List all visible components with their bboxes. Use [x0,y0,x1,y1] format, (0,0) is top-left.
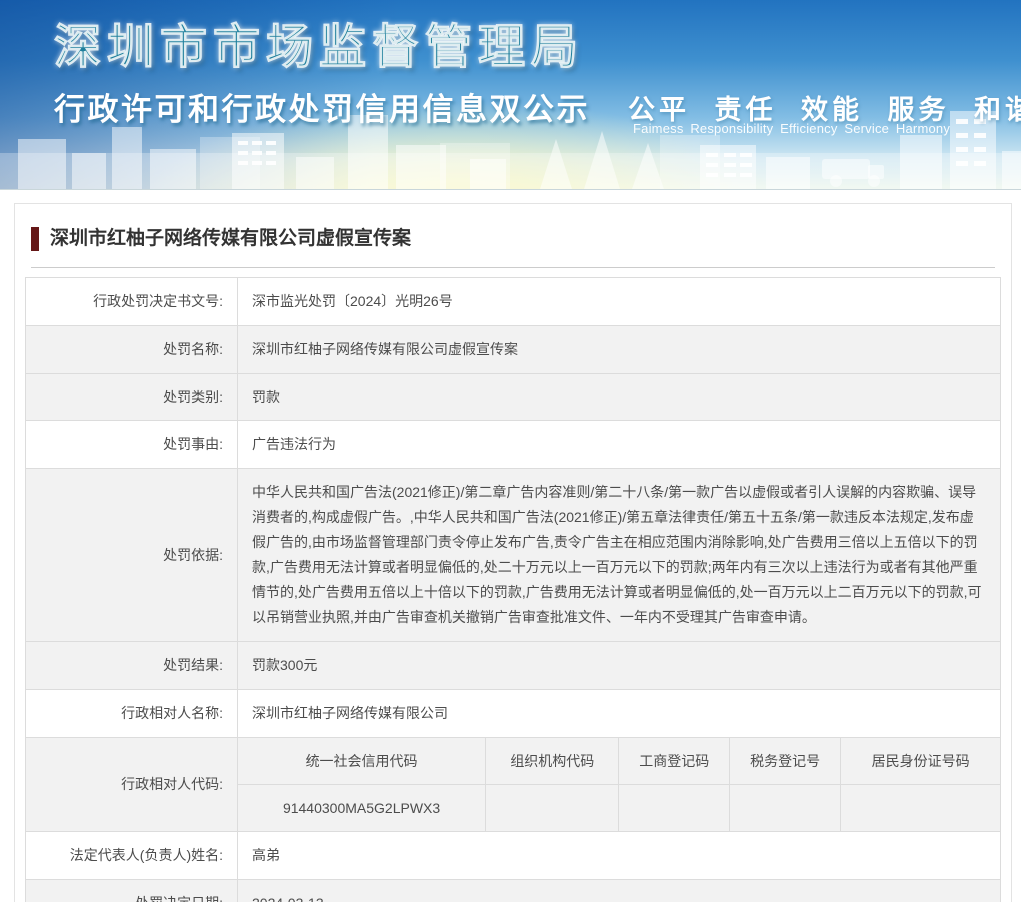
row-label: 行政相对人名称: [25,688,238,738]
row-label: 行政相对人代码: [25,736,238,833]
row-label: 处罚名称: [25,324,238,374]
page-title: 深圳市红柚子网络传媒有限公司虚假宣传案 [50,228,412,249]
table-row: 处罚依据: 中华人民共和国广告法(2021修正)/第二章广告内容准则/第二十八条… [25,468,1001,642]
code-col-header: 组织机构代码 [485,737,620,785]
title-accent-bar [31,227,39,252]
row-value: 广告违法行为 [237,420,1001,470]
content-panel: 深圳市红柚子网络传媒有限公司虚假宣传案 行政处罚决定书文号: 深市监光处罚〔20… [14,203,1012,902]
code-value [618,783,730,832]
row-value: 高弟 [237,831,1001,881]
row-value: 深圳市红柚子网络传媒有限公司虚假宣传案 [237,324,1001,374]
table-row: 法定代表人(负责人)姓名: 高弟 [25,831,1001,881]
row-label: 处罚决定日期: [25,879,238,902]
row-label: 处罚依据: [25,468,238,642]
row-value: 罚款 [237,372,1001,422]
table-row: 行政处罚决定书文号: 深市监光处罚〔2024〕光明26号 [25,276,1001,326]
code-value-row: 91440300MA5G2LPWX3 [238,783,1000,832]
penalty-info-table: 行政处罚决定书文号: 深市监光处罚〔2024〕光明26号 处罚名称: 深圳市红柚… [25,276,1001,902]
row-label: 行政处罚决定书文号: [25,276,238,326]
code-col-header: 居民身份证号码 [840,737,1000,785]
table-row: 行政相对人名称: 深圳市红柚子网络传媒有限公司 [25,688,1001,738]
row-label: 处罚类别: [25,372,238,422]
table-row: 处罚名称: 深圳市红柚子网络传媒有限公司虚假宣传案 [25,324,1001,374]
row-label: 处罚结果: [25,640,238,690]
code-col-header: 统一社会信用代码 [238,737,487,785]
code-table: 统一社会信用代码 组织机构代码 工商登记码 税务登记号 居民身份证号码 9144… [238,737,1000,832]
table-row: 处罚结果: 罚款300元 [25,640,1001,690]
case-title-row: 深圳市红柚子网络传媒有限公司虚假宣传案 [15,204,1011,267]
row-value: 统一社会信用代码 组织机构代码 工商登记码 税务登记号 居民身份证号码 9144… [237,736,1001,833]
code-col-header: 税务登记号 [728,737,842,785]
code-header-row: 统一社会信用代码 组织机构代码 工商登记码 税务登记号 居民身份证号码 [238,737,1000,785]
org-title: 深圳市市场监督管理局 [54,20,584,74]
code-value [485,783,620,832]
row-value: 罚款300元 [237,640,1001,690]
code-col-header: 工商登记码 [618,737,730,785]
row-label: 处罚事由: [25,420,238,470]
row-value: 深圳市红柚子网络传媒有限公司 [237,688,1001,738]
code-value [728,783,842,832]
section-divider [31,266,995,268]
table-row-party-codes: 行政相对人代码: 统一社会信用代码 组织机构代码 工商登记码 税务登记号 居民身… [25,736,1001,833]
values-slogan-en: Faimess Responsibility Efficiency Servic… [633,121,951,136]
site-banner: 深圳市市场监督管理局 行政许可和行政处罚信用信息双公示 公平 责任 效能 服务 … [0,0,1021,190]
row-value: 中华人民共和国广告法(2021修正)/第二章广告内容准则/第二十八条/第一款广告… [237,468,1001,642]
table-row: 处罚事由: 广告违法行为 [25,420,1001,470]
row-value: 2024-03-13 [237,879,1001,902]
table-row: 处罚类别: 罚款 [25,372,1001,422]
table-row: 处罚决定日期: 2024-03-13 [25,879,1001,902]
code-value: 91440300MA5G2LPWX3 [238,783,487,832]
row-label: 法定代表人(负责人)姓名: [25,831,238,881]
code-value [840,783,1000,832]
row-value: 深市监光处罚〔2024〕光明26号 [237,276,1001,326]
banner-subtitle: 行政许可和行政处罚信用信息双公示 [54,92,590,127]
